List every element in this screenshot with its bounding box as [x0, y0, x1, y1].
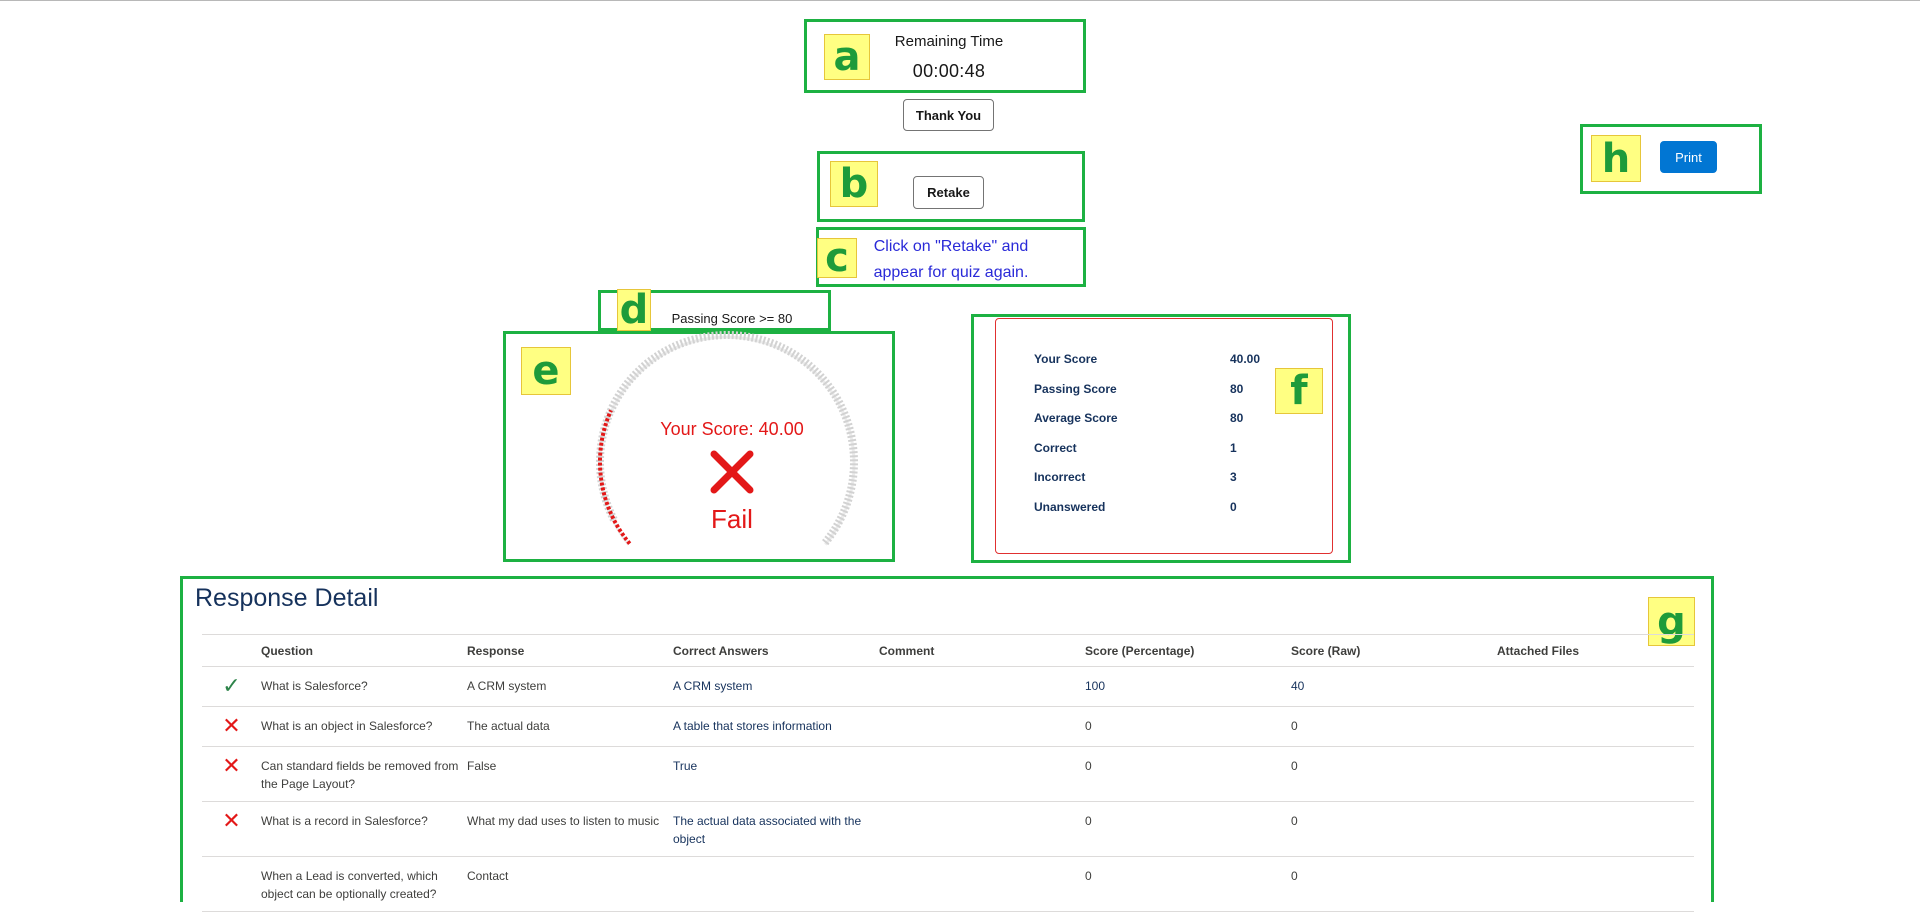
status-cell: ✕	[202, 746, 261, 802]
summary-label: Your Score	[1034, 352, 1098, 366]
summary-row-correct: Correct 1	[1034, 441, 1294, 459]
response-detail-title: Response Detail	[195, 584, 379, 612]
correct-answer-cell: True	[673, 746, 879, 802]
summary-row-your-score: Your Score 40.00	[1034, 352, 1294, 370]
comment-cell	[879, 801, 1085, 857]
summary-value: 80	[1230, 382, 1244, 396]
gauge-score-text: Your Score: 40.00	[660, 419, 803, 439]
passing-score-label: Passing Score >= 80	[671, 311, 793, 326]
retake-button[interactable]: Retake	[913, 176, 984, 209]
correct-answer-cell: The actual data associated with the obje…	[673, 801, 879, 857]
summary-row-average-score: Average Score 80	[1034, 411, 1294, 429]
score-percentage-cell: 100	[1085, 666, 1291, 707]
column-header[interactable]: Attached Files	[1497, 634, 1694, 667]
check-icon: ✓	[222, 673, 241, 698]
fail-x-icon	[710, 450, 754, 494]
summary-label: Correct	[1034, 441, 1077, 455]
score-percentage-cell: 0	[1085, 856, 1291, 912]
attached-files-cell	[1497, 746, 1694, 802]
summary-row-passing-score: Passing Score 80	[1034, 382, 1294, 400]
table-header-row: Question Response Correct Answers Commen…	[202, 634, 1694, 667]
column-header[interactable]: Question	[261, 634, 467, 667]
summary-label: Average Score	[1034, 411, 1118, 425]
cross-icon: ✕	[222, 808, 241, 833]
question-cell: What is an object in Salesforce?	[261, 706, 467, 747]
window-top-border	[0, 0, 1920, 1]
thank-you-button[interactable]: Thank You	[903, 99, 994, 131]
score-percentage-cell: 0	[1085, 746, 1291, 802]
status-cell: ✕	[202, 801, 261, 857]
annotation-tag-h: h	[1591, 135, 1641, 182]
score-percentage-cell: 0	[1085, 801, 1291, 857]
table-row: ✕ Can standard fields be removed from th…	[202, 746, 1694, 802]
summary-row-unanswered: Unanswered 0	[1034, 500, 1294, 518]
cross-icon: ✕	[222, 713, 241, 738]
summary-value: 1	[1230, 441, 1237, 455]
score-raw-cell: 0	[1291, 746, 1497, 802]
column-header-status	[202, 634, 261, 667]
correct-answer-cell	[673, 856, 879, 912]
question-cell: Can standard fields be removed from the …	[261, 746, 467, 802]
response-cell: Contact	[467, 856, 673, 912]
column-header[interactable]: Response	[467, 634, 673, 667]
summary-value: 40.00	[1230, 352, 1261, 366]
annotation-tag-b: b	[830, 161, 878, 207]
comment-cell	[879, 856, 1085, 912]
question-cell: What is Salesforce?	[261, 666, 467, 707]
score-summary-card: Your Score 40.00 Passing Score 80 Average …	[995, 318, 1333, 554]
attached-files-cell	[1497, 801, 1694, 857]
comment-cell	[879, 746, 1085, 802]
response-detail-table: Question Response Correct Answers Commen…	[202, 634, 1694, 912]
column-header[interactable]: Correct Answers	[673, 634, 879, 667]
attached-files-cell	[1497, 666, 1694, 707]
score-raw-cell: 0	[1291, 706, 1497, 747]
column-header[interactable]: Comment	[879, 634, 1085, 667]
summary-label: Unanswered	[1034, 500, 1106, 514]
summary-row-incorrect: Incorrect 3	[1034, 470, 1294, 488]
comment-cell	[879, 706, 1085, 747]
gauge-result-text: Fail	[711, 504, 753, 534]
summary-value: 3	[1230, 470, 1237, 484]
response-cell: A CRM system	[467, 666, 673, 707]
question-cell: When a Lead is converted, which object c…	[261, 856, 467, 912]
summary-value: 0	[1230, 500, 1237, 514]
summary-label: Passing Score	[1034, 382, 1117, 396]
score-percentage-cell: 0	[1085, 706, 1291, 747]
summary-value: 80	[1230, 411, 1244, 425]
score-raw-cell: 0	[1291, 801, 1497, 857]
table-row: ✕ What is a record in Salesforce? What m…	[202, 801, 1694, 857]
score-raw-cell: 0	[1291, 856, 1497, 912]
correct-answer-cell: A table that stores information	[673, 706, 879, 747]
print-button[interactable]: Print	[1660, 141, 1717, 173]
score-raw-cell: 40	[1291, 666, 1497, 707]
remaining-time-value: 00:00:48	[912, 61, 986, 81]
table-row: ✕ What is an object in Salesforce? The a…	[202, 706, 1694, 747]
response-cell: The actual data	[467, 706, 673, 747]
correct-answer-cell: A CRM system	[673, 666, 879, 707]
column-header[interactable]: Score (Percentage)	[1085, 634, 1291, 667]
response-cell: What my dad uses to listen to music	[467, 801, 673, 857]
remaining-time-label: Remaining Time	[894, 33, 1004, 50]
table-row: When a Lead is converted, which object c…	[202, 856, 1694, 912]
status-cell: ✕	[202, 706, 261, 747]
status-cell	[202, 856, 261, 912]
response-cell: False	[467, 746, 673, 802]
cross-icon: ✕	[222, 753, 241, 778]
table-row: ✓ What is Salesforce? A CRM system A CRM…	[202, 666, 1694, 707]
column-header[interactable]: Score (Raw)	[1291, 634, 1497, 667]
score-gauge: Your Score: 40.00 Fail	[596, 331, 858, 547]
comment-cell	[879, 666, 1085, 707]
attached-files-cell	[1497, 856, 1694, 912]
status-cell: ✓	[202, 666, 261, 707]
retake-instruction-text: Click on "Retake" and appear for quiz ag…	[873, 238, 1029, 281]
annotation-tag-f: f	[1275, 368, 1323, 414]
summary-label: Incorrect	[1034, 470, 1086, 484]
attached-files-cell	[1497, 706, 1694, 747]
question-cell: What is a record in Salesforce?	[261, 801, 467, 857]
annotation-tag-c: c	[817, 238, 857, 278]
